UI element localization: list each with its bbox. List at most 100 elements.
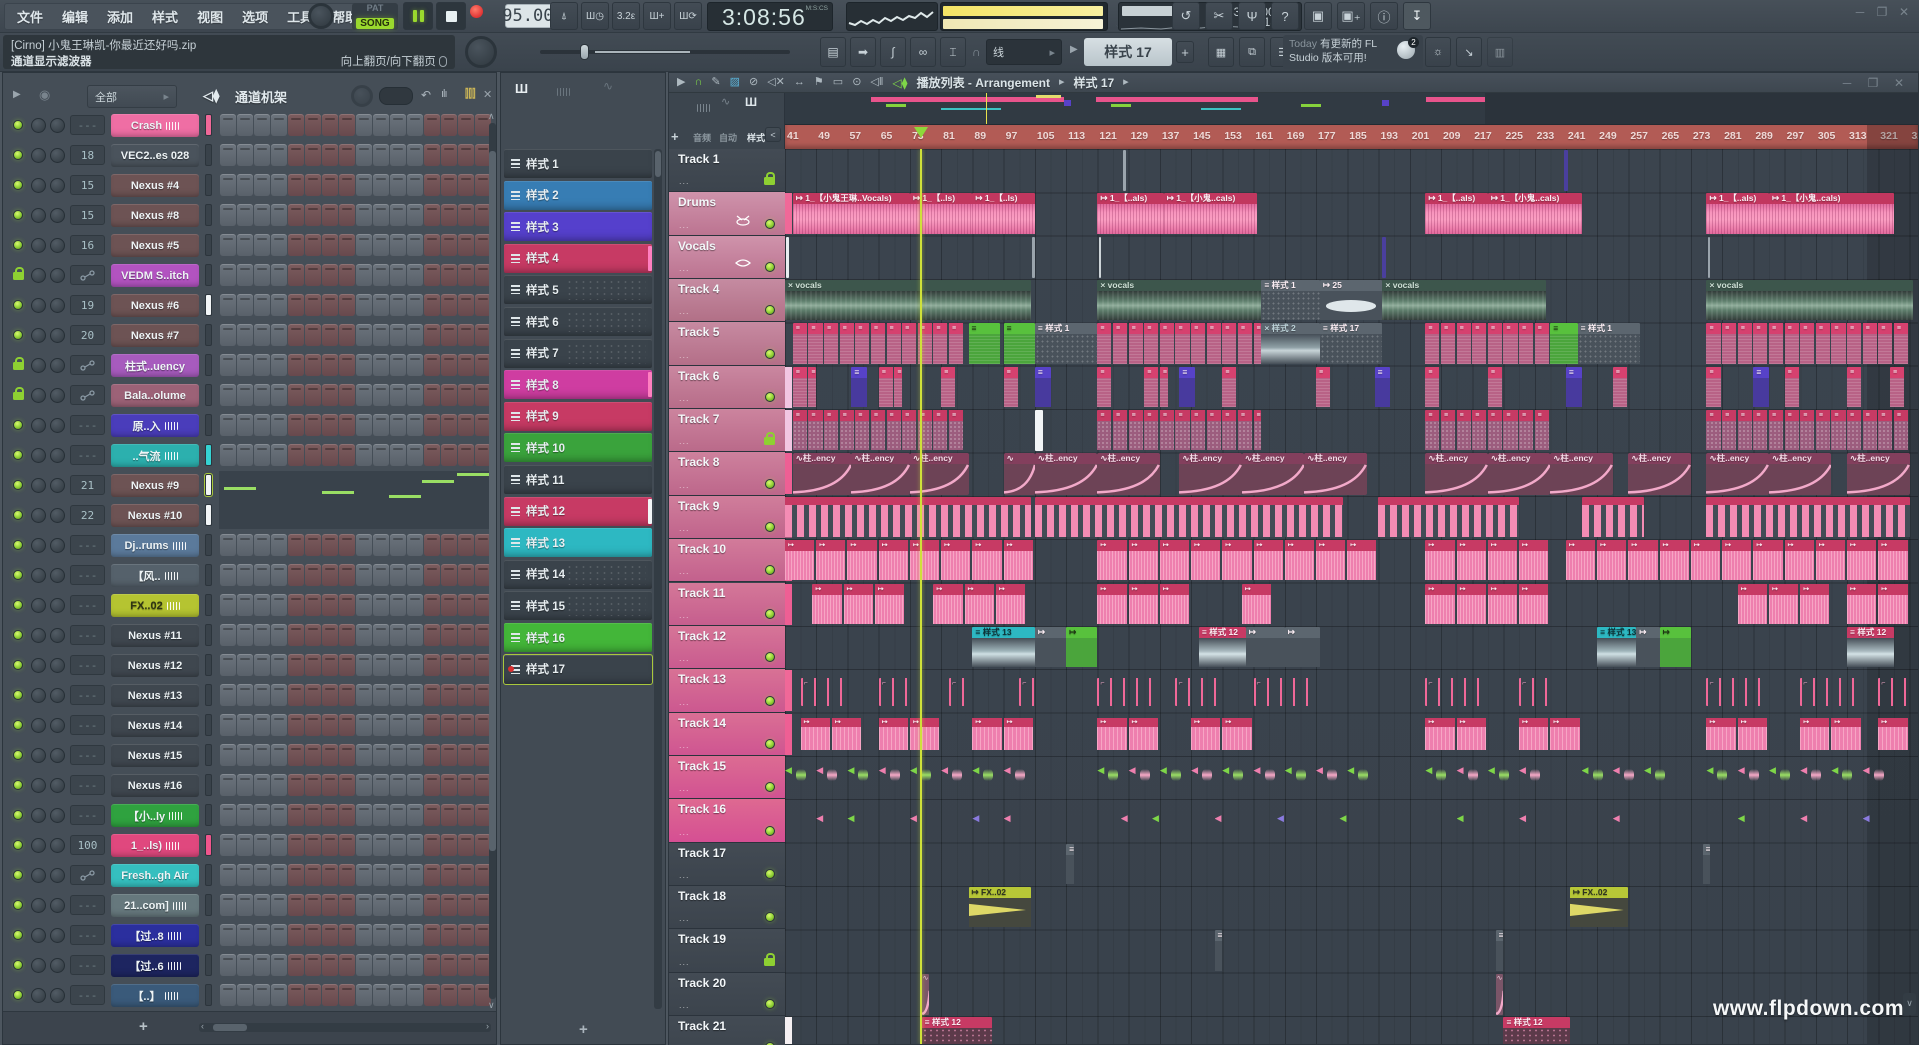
- clip-indigo[interactable]: ≡: [851, 367, 867, 408]
- small-pattern-clip[interactable]: ≡: [1254, 410, 1262, 451]
- step-cell[interactable]: [356, 654, 372, 676]
- step-cell[interactable]: [339, 774, 355, 796]
- pl-restore-button[interactable]: ❐: [1862, 76, 1884, 90]
- channel-enable-led[interactable]: [13, 240, 23, 250]
- small-pattern-clip[interactable]: ≡: [1129, 410, 1143, 451]
- step-cell[interactable]: [458, 354, 474, 376]
- step-cell[interactable]: [288, 924, 304, 946]
- stab-clip[interactable]: ↦: [1722, 540, 1751, 581]
- stab-clip[interactable]: ↦: [1425, 540, 1454, 581]
- channel-value-display[interactable]: ---: [70, 895, 105, 915]
- step-cell[interactable]: [458, 924, 474, 946]
- clip-smallseq[interactable]: ≡: [1613, 367, 1636, 408]
- arrow-clip[interactable]: ◀: [1863, 763, 1891, 794]
- step-cell[interactable]: [305, 954, 321, 976]
- step-cell[interactable]: [220, 984, 236, 1006]
- small-pattern-clip[interactable]: ≡: [793, 323, 807, 364]
- stab-clip-small[interactable]: ↦: [1129, 718, 1158, 751]
- step-cell[interactable]: [373, 684, 389, 706]
- channel-mute-strip[interactable]: [205, 534, 212, 556]
- channel-pan-knob[interactable]: [31, 718, 46, 733]
- pattern-vscrollbar[interactable]: [654, 149, 662, 1009]
- clip-tick[interactable]: ⌐: [1800, 678, 1862, 705]
- step-cell[interactable]: [305, 834, 321, 856]
- pl-delete-icon[interactable]: ⊘: [749, 77, 758, 88]
- channel-name-button[interactable]: Nexus #14: [111, 714, 199, 737]
- small-pattern-clip[interactable]: ≡: [1785, 410, 1799, 451]
- step-cell[interactable]: [271, 324, 287, 346]
- step-cell[interactable]: [322, 204, 338, 226]
- step-cell[interactable]: [305, 534, 321, 556]
- channel-volume-knob[interactable]: [50, 268, 65, 283]
- step-cell[interactable]: [288, 144, 304, 166]
- step-cell[interactable]: [390, 234, 406, 256]
- small-pattern-clip[interactable]: ≡: [1878, 323, 1892, 364]
- step-cell[interactable]: [271, 984, 287, 1006]
- pl-slip-icon[interactable]: ↔: [794, 77, 805, 88]
- step-cell[interactable]: [390, 324, 406, 346]
- small-pattern-clip[interactable]: ≡: [1535, 410, 1549, 451]
- stab-clip[interactable]: ↦: [1160, 540, 1189, 581]
- step-cell[interactable]: [305, 144, 321, 166]
- step-cell[interactable]: [220, 144, 236, 166]
- clip-vocals[interactable]: × vocals: [1706, 280, 1913, 321]
- channel-volume-knob[interactable]: [50, 778, 65, 793]
- add-channel-button[interactable]: +: [139, 1018, 148, 1035]
- clip-tick[interactable]: ⌐: [1519, 678, 1550, 705]
- snap-selector[interactable]: 线▸: [986, 39, 1062, 65]
- small-pattern-clip[interactable]: ≡: [1457, 323, 1471, 364]
- arrow-clip[interactable]: ◀: [816, 763, 844, 794]
- stab-clip[interactable]: ↦: [785, 540, 814, 581]
- pattern-item[interactable]: 样式 13: [504, 528, 652, 557]
- step-cell[interactable]: [322, 774, 338, 796]
- small-pattern-clip[interactable]: ≡: [1238, 410, 1252, 451]
- step-cell[interactable]: [254, 984, 270, 1006]
- step-cell[interactable]: [424, 204, 440, 226]
- clip-stabsm[interactable]: ↦↦: [1706, 714, 1768, 755]
- clip-trigseq[interactable]: ◀◀◀◀◀◀◀◀: [785, 757, 1035, 798]
- step-cell[interactable]: [441, 924, 457, 946]
- channel-volume-knob[interactable]: [50, 688, 65, 703]
- step-cell[interactable]: [254, 624, 270, 646]
- step-cell[interactable]: [458, 954, 474, 976]
- track-mute-led[interactable]: [765, 349, 775, 359]
- step-cell[interactable]: [356, 294, 372, 316]
- channel-volume-knob[interactable]: [50, 898, 65, 913]
- channel-volume-knob[interactable]: [50, 478, 65, 493]
- step-cell[interactable]: [271, 234, 287, 256]
- step-cell[interactable]: [407, 234, 423, 256]
- small-pattern-clip[interactable]: ≡: [1847, 323, 1861, 364]
- channel-pan-knob[interactable]: [31, 148, 46, 163]
- step-cell[interactable]: [305, 654, 321, 676]
- step-cell[interactable]: [237, 144, 253, 166]
- small-pattern-clip[interactable]: ≡: [1816, 410, 1830, 451]
- step-cell[interactable]: [220, 264, 236, 286]
- step-cell[interactable]: [458, 864, 474, 886]
- update-notification[interactable]: Today 有更新的 FLStudio 版本可用! 2: [1283, 35, 1423, 69]
- step-cell[interactable]: [237, 654, 253, 676]
- channel-name-button[interactable]: Dj..rums: [111, 534, 199, 557]
- small-pattern-clip[interactable]: ≡: [840, 323, 854, 364]
- track-header[interactable]: Drums...: [669, 192, 785, 235]
- step-cell[interactable]: [441, 654, 457, 676]
- pl-select-icon[interactable]: ▭: [833, 77, 843, 88]
- clip-barsclip[interactable]: [785, 497, 1031, 538]
- step-cell[interactable]: [373, 894, 389, 916]
- loop-record-icon[interactable]: Ш⟳: [674, 2, 702, 30]
- step-cell[interactable]: [390, 414, 406, 436]
- rack-undo-icon[interactable]: ↶: [421, 88, 431, 102]
- clip-thin[interactable]: [1708, 237, 1711, 278]
- channel-enable-led[interactable]: [13, 900, 23, 910]
- stab-clip[interactable]: ↦: [1628, 540, 1657, 581]
- channel-value-display[interactable]: 18: [70, 145, 105, 165]
- pattern-item[interactable]: 样式 17: [504, 655, 652, 684]
- clip-stabsm[interactable]: ↦↦: [1800, 714, 1862, 755]
- stab-clip-small[interactable]: ↦: [1097, 718, 1126, 751]
- step-cell[interactable]: [305, 594, 321, 616]
- step-cell[interactable]: [220, 414, 236, 436]
- track-mute-led[interactable]: [765, 522, 775, 532]
- rack-hscrollbar[interactable]: ‹ ›: [199, 1023, 491, 1032]
- step-cell[interactable]: [458, 744, 474, 766]
- step-cell[interactable]: [424, 864, 440, 886]
- clip-stabseq[interactable]: ↦↦: [1847, 584, 1909, 625]
